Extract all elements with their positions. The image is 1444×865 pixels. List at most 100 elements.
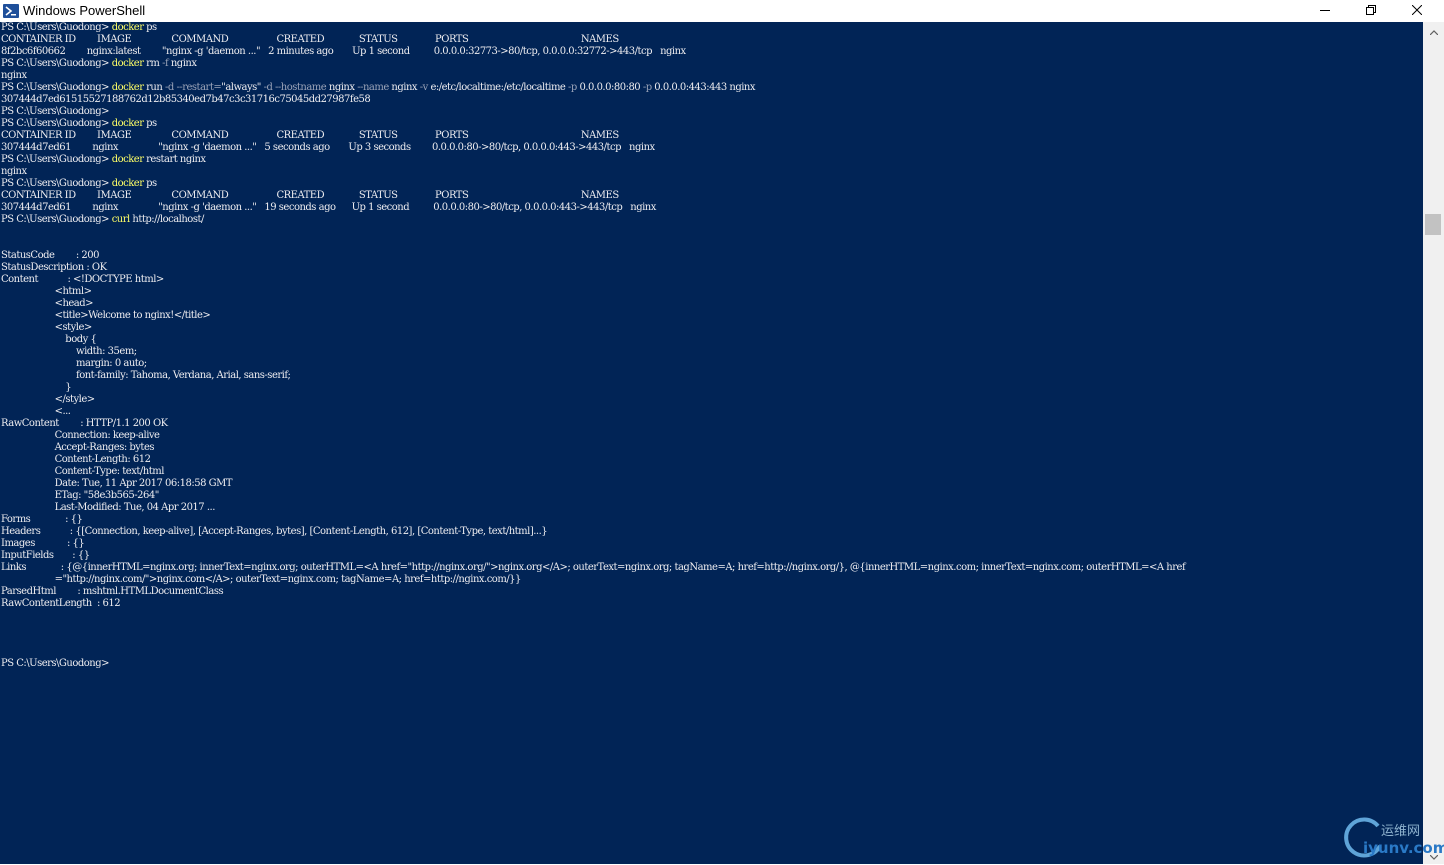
console-line: ="http://nginx.com/">nginx.com</A>; oute…: [1, 574, 1423, 586]
console-segment-prompt: PS C:\Users\Guodong>: [1, 106, 110, 117]
console-segment-arg: 0.0.0.0:443:443 nginx: [651, 82, 755, 93]
console-segment-param: --hostname: [275, 82, 327, 93]
console-segment-text: Content-Length: 612: [1, 454, 151, 465]
console-segment-param: --restart=: [176, 82, 222, 93]
console-segment-text: RawContentLength : 612: [1, 598, 121, 609]
console-segment-arg: 0.0.0.0:80:80: [576, 82, 643, 93]
scrollbar-thumb[interactable]: [1425, 214, 1441, 235]
console-segment-prompt: PS C:\Users\Guodong>: [1, 178, 112, 189]
console-line: nginx: [1, 166, 1423, 178]
console-segment-arg: e:/etc/localtime:/etc/localtime: [427, 82, 569, 93]
console-segment-text: font-family: Tahoma, Verdana, Arial, san…: [1, 370, 291, 381]
console-segment-param: -p: [642, 82, 652, 93]
console-line: CONTAINER ID IMAGE COMMAND CREATED STATU…: [1, 34, 1423, 46]
console-segment-text: width: 35em;: [1, 346, 137, 357]
console-line: StatusDescription : OK: [1, 262, 1423, 274]
console-line: Accept-Ranges: bytes: [1, 442, 1423, 454]
console-segment-text: 8f2bc6f60662 nginx:latest "nginx -g 'dae…: [1, 46, 686, 57]
console-segment-text: <title>Welcome to nginx!</title>: [1, 310, 211, 321]
console-segment-text: CONTAINER ID IMAGE COMMAND CREATED STATU…: [1, 34, 619, 45]
console-line: Links : {@{innerHTML=nginx.org; innerTex…: [1, 562, 1423, 574]
console-segment-text: nginx: [1, 166, 27, 177]
console-line: RawContent : HTTP/1.1 200 OK: [1, 418, 1423, 430]
console-segment-text: InputFields : {}: [1, 550, 90, 561]
watermark-logo: 运维网 iyunv.com: [1340, 816, 1444, 860]
console-segment-text: ="http://nginx.com/">nginx.com</A>; oute…: [1, 574, 522, 585]
console-segment-arg: nginx: [168, 58, 197, 69]
console-line: 8f2bc6f60662 nginx:latest "nginx -g 'dae…: [1, 46, 1423, 58]
console-segment-text: </style>: [1, 394, 96, 405]
console-segment-text: }: [1, 382, 72, 393]
console-segment-prompt: PS C:\Users\Guodong>: [1, 154, 112, 165]
console-line: PS C:\Users\Guodong> docker restart ngin…: [1, 154, 1423, 166]
watermark-text-cn: 运维网: [1381, 824, 1421, 839]
console-segment-text: Forms : {}: [1, 514, 83, 525]
console-line: <title>Welcome to nginx!</title>: [1, 310, 1423, 322]
console-line: width: 35em;: [1, 346, 1423, 358]
close-icon: [1411, 2, 1423, 20]
console-line: 307444d7ed61515527188762d12b85340ed7b47c…: [1, 94, 1423, 106]
console-line: }: [1, 382, 1423, 394]
console-segment-prompt: PS C:\Users\Guodong>: [1, 82, 112, 93]
scroll-up-button[interactable]: [1423, 22, 1444, 39]
console-line: <style>: [1, 322, 1423, 334]
console-segment-arg: ps: [143, 118, 157, 129]
console-line: PS C:\Users\Guodong>: [1, 658, 1423, 670]
console-segment-param: -v: [419, 82, 429, 93]
console-segment-arg: restart nginx: [143, 154, 206, 165]
console-line: Content-Length: 612: [1, 454, 1423, 466]
console-segment-text: StatusDescription : OK: [1, 262, 107, 273]
console-segment-text: <style>: [1, 322, 93, 333]
minimize-icon: [1320, 2, 1330, 20]
console-line: InputFields : {}: [1, 550, 1423, 562]
console-line: PS C:\Users\Guodong> curl http://localho…: [1, 214, 1423, 226]
console-line: PS C:\Users\Guodong> docker ps: [1, 178, 1423, 190]
console-segment-text: <head>: [1, 298, 94, 309]
console-line: Content : <!DOCTYPE html>: [1, 274, 1423, 286]
console-segment-cmd: docker: [111, 154, 144, 165]
console-output[interactable]: PS C:\Users\Guodong> docker ps CONTAINER …: [0, 22, 1423, 864]
console-segment-cmd: docker: [111, 58, 144, 69]
vertical-scrollbar[interactable]: [1423, 22, 1444, 864]
console-line: </style>: [1, 394, 1423, 406]
console-segment-cmd: curl: [111, 214, 131, 225]
title-bar[interactable]: Windows PowerShell: [0, 0, 1444, 22]
console-segment-text: body {: [1, 334, 97, 345]
console-segment-prompt: PS C:\Users\Guodong>: [1, 214, 112, 225]
close-button[interactable]: [1394, 0, 1440, 22]
console-segment-text: StatusCode : 200: [1, 250, 99, 261]
maximize-button[interactable]: [1348, 0, 1394, 22]
console-line: margin: 0 auto;: [1, 358, 1423, 370]
console-segment-text: CONTAINER ID IMAGE COMMAND CREATED STATU…: [1, 130, 619, 141]
console-line: Date: Tue, 11 Apr 2017 06:18:58 GMT: [1, 478, 1423, 490]
console-segment-text: <...: [1, 406, 71, 417]
console-segment-arg: rm: [143, 58, 163, 69]
powershell-icon: [3, 3, 19, 19]
console-line: StatusCode : 200: [1, 250, 1423, 262]
console-segment-text: 307444d7ed61 nginx "nginx -g 'daemon ...…: [1, 202, 656, 213]
console-segment-prompt: PS C:\Users\Guodong>: [1, 22, 112, 33]
console-segment-cmd: docker: [111, 82, 144, 93]
console-line: <head>: [1, 298, 1423, 310]
console-segment-text: nginx: [1, 70, 27, 81]
console-segment-text: <html>: [1, 286, 92, 297]
console-line: nginx: [1, 70, 1423, 82]
console-line: PS C:\Users\Guodong> docker ps: [1, 22, 1423, 34]
console-segment-text: Connection: keep-alive: [1, 430, 160, 441]
console-segment-text: Date: Tue, 11 Apr 2017 06:18:58 GMT: [1, 478, 233, 489]
console-segment-arg: http://localhost/: [129, 214, 204, 225]
minimize-button[interactable]: [1302, 0, 1348, 22]
watermark-text-en: iyunv.com: [1363, 839, 1444, 857]
chevron-up-icon: [1429, 22, 1438, 40]
console-segment-text: Content : <!DOCTYPE html>: [1, 274, 164, 285]
console-segment-text: Images : {}: [1, 538, 85, 549]
console-segment-arg: ps: [143, 22, 157, 33]
console-line: ParsedHtml : mshtml.HTMLDocumentClass: [1, 586, 1423, 598]
window-title: Windows PowerShell: [23, 3, 146, 18]
console-line: CONTAINER ID IMAGE COMMAND CREATED STATU…: [1, 190, 1423, 202]
console-line: Last-Modified: Tue, 04 Apr 2017 ...: [1, 502, 1423, 514]
